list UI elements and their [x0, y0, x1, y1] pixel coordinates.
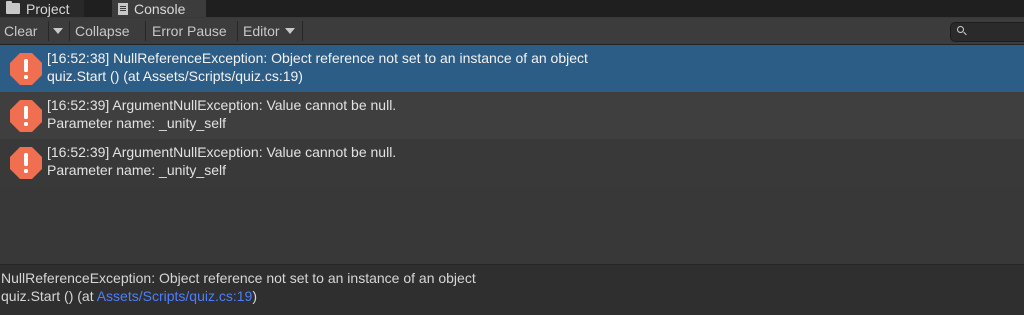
log-message: [16:52:38] NullReferenceException: Objec… [47, 50, 588, 66]
details-stack-prefix: quiz.Start () (at [1, 288, 97, 304]
tab-strip: Project Console [0, 0, 1024, 17]
log-entry[interactable]: [16:52:38] NullReferenceException: Objec… [0, 45, 1024, 92]
log-stacktrace: Parameter name: _unity_self [47, 115, 226, 131]
toolbar-divider [302, 21, 303, 41]
error-icon [10, 147, 42, 179]
editor-dropdown[interactable]: Editor [243, 18, 295, 44]
clear-options-dropdown[interactable] [50, 18, 66, 44]
tab-console[interactable]: Console [112, 0, 206, 17]
tab-project-label: Project [26, 0, 70, 17]
log-stacktrace: quiz.Start () (at Assets/Scripts/quiz.cs… [47, 68, 303, 84]
error-icon [10, 53, 42, 85]
toolbar-divider [69, 21, 70, 41]
search-input[interactable] [950, 22, 1024, 42]
log-stacktrace: Parameter name: _unity_self [47, 162, 226, 178]
clear-button[interactable]: Clear [4, 18, 37, 44]
toolbar-divider [145, 21, 146, 41]
log-entry-text: [16:52:38] NullReferenceException: Objec… [47, 49, 588, 85]
collapse-toggle[interactable]: Collapse [75, 18, 129, 44]
toolbar-divider [48, 21, 49, 41]
toolbar-divider [237, 21, 238, 41]
chevron-down-icon [53, 28, 63, 34]
log-entry-text: [16:52:39] ArgumentNullException: Value … [47, 96, 396, 132]
console-toolbar: Clear Collapse Error Pause Editor [0, 18, 1024, 45]
log-entry-text: [16:52:39] ArgumentNullException: Value … [47, 143, 396, 179]
details-stack-suffix: ) [252, 288, 257, 304]
log-message: [16:52:39] ArgumentNullException: Value … [47, 97, 397, 113]
chevron-down-icon [284, 28, 295, 34]
log-details-pane: NullReferenceException: Object reference… [0, 265, 1024, 315]
log-entry[interactable]: [16:52:39] ArgumentNullException: Value … [0, 139, 1024, 186]
details-message: NullReferenceException: Object reference… [1, 270, 476, 286]
console-icon [118, 2, 128, 15]
log-message: [16:52:39] ArgumentNullException: Value … [47, 144, 397, 160]
editor-dropdown-label: Editor [243, 23, 280, 39]
search-icon [957, 26, 964, 33]
details-stacktrace: quiz.Start () (at Assets/Scripts/quiz.cs… [1, 287, 476, 305]
folder-icon [6, 1, 20, 14]
error-icon [10, 100, 42, 132]
error-pause-toggle[interactable]: Error Pause [152, 18, 227, 44]
log-entry[interactable]: [16:52:39] ArgumentNullException: Value … [0, 92, 1024, 139]
tab-project[interactable]: Project [0, 0, 84, 17]
tab-console-label: Console [134, 0, 186, 17]
script-location-link[interactable]: Assets/Scripts/quiz.cs:19 [97, 288, 253, 304]
